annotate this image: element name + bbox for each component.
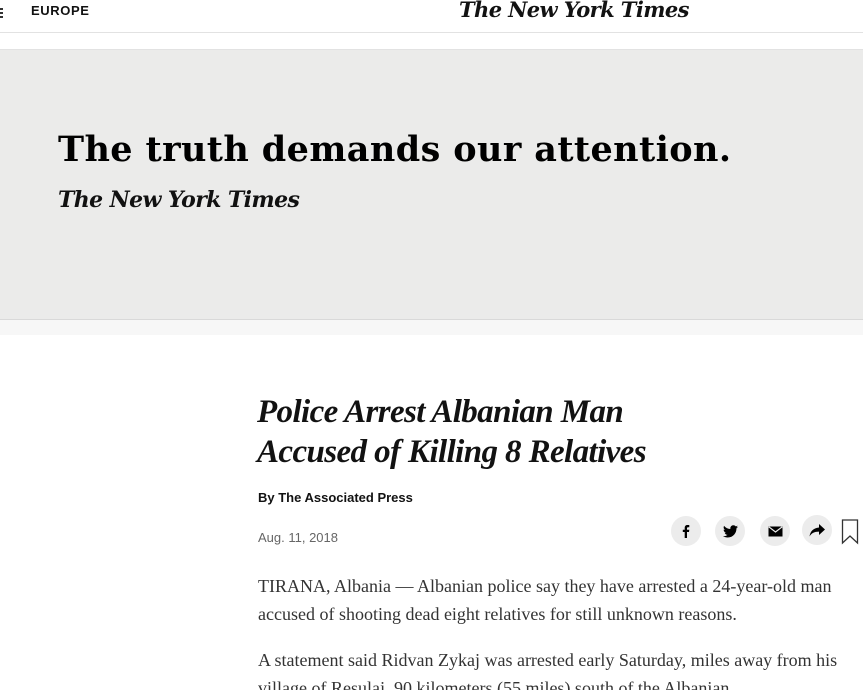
article-paragraph: A statement said Ridvan Zykaj was arrest… — [258, 650, 838, 690]
facebook-share-button[interactable] — [671, 516, 701, 546]
email-share-button[interactable] — [760, 516, 790, 546]
article-headline: Police Arrest Albanian Man Accused of Ki… — [257, 392, 727, 472]
twitter-share-button[interactable] — [715, 516, 745, 546]
twitter-icon — [722, 524, 738, 537]
site-header: EUROPE The New York Times — [0, 0, 863, 33]
ad-headline: The truth demands our attention. — [58, 129, 732, 170]
advertisement-band: The truth demands our attention. The New… — [0, 49, 863, 335]
save-bookmark-button[interactable] — [841, 519, 859, 545]
advertisement[interactable]: The truth demands our attention. The New… — [0, 50, 863, 320]
masthead-logo[interactable]: The New York Times — [459, 0, 689, 22]
email-icon — [767, 525, 783, 536]
article-body: TIRANA, Albania — Albanian police say th… — [258, 572, 858, 690]
headline-line-1: Police Arrest Albanian Man — [257, 394, 624, 430]
section-link-europe[interactable]: EUROPE — [31, 3, 90, 18]
article-paragraph: TIRANA, Albania — Albanian police say th… — [258, 576, 832, 624]
byline: By The Associated Press — [258, 490, 413, 505]
bookmark-icon — [841, 519, 859, 545]
headline-line-2: Accused of Killing 8 Relatives — [257, 434, 647, 470]
facebook-icon — [682, 525, 690, 538]
menu-icon[interactable] — [0, 8, 4, 18]
publish-date: Aug. 11, 2018 — [258, 530, 338, 545]
more-share-button[interactable] — [802, 515, 832, 545]
share-icon — [809, 523, 825, 536]
ad-logo: The New York Times — [58, 187, 300, 213]
share-tools — [669, 515, 863, 548]
